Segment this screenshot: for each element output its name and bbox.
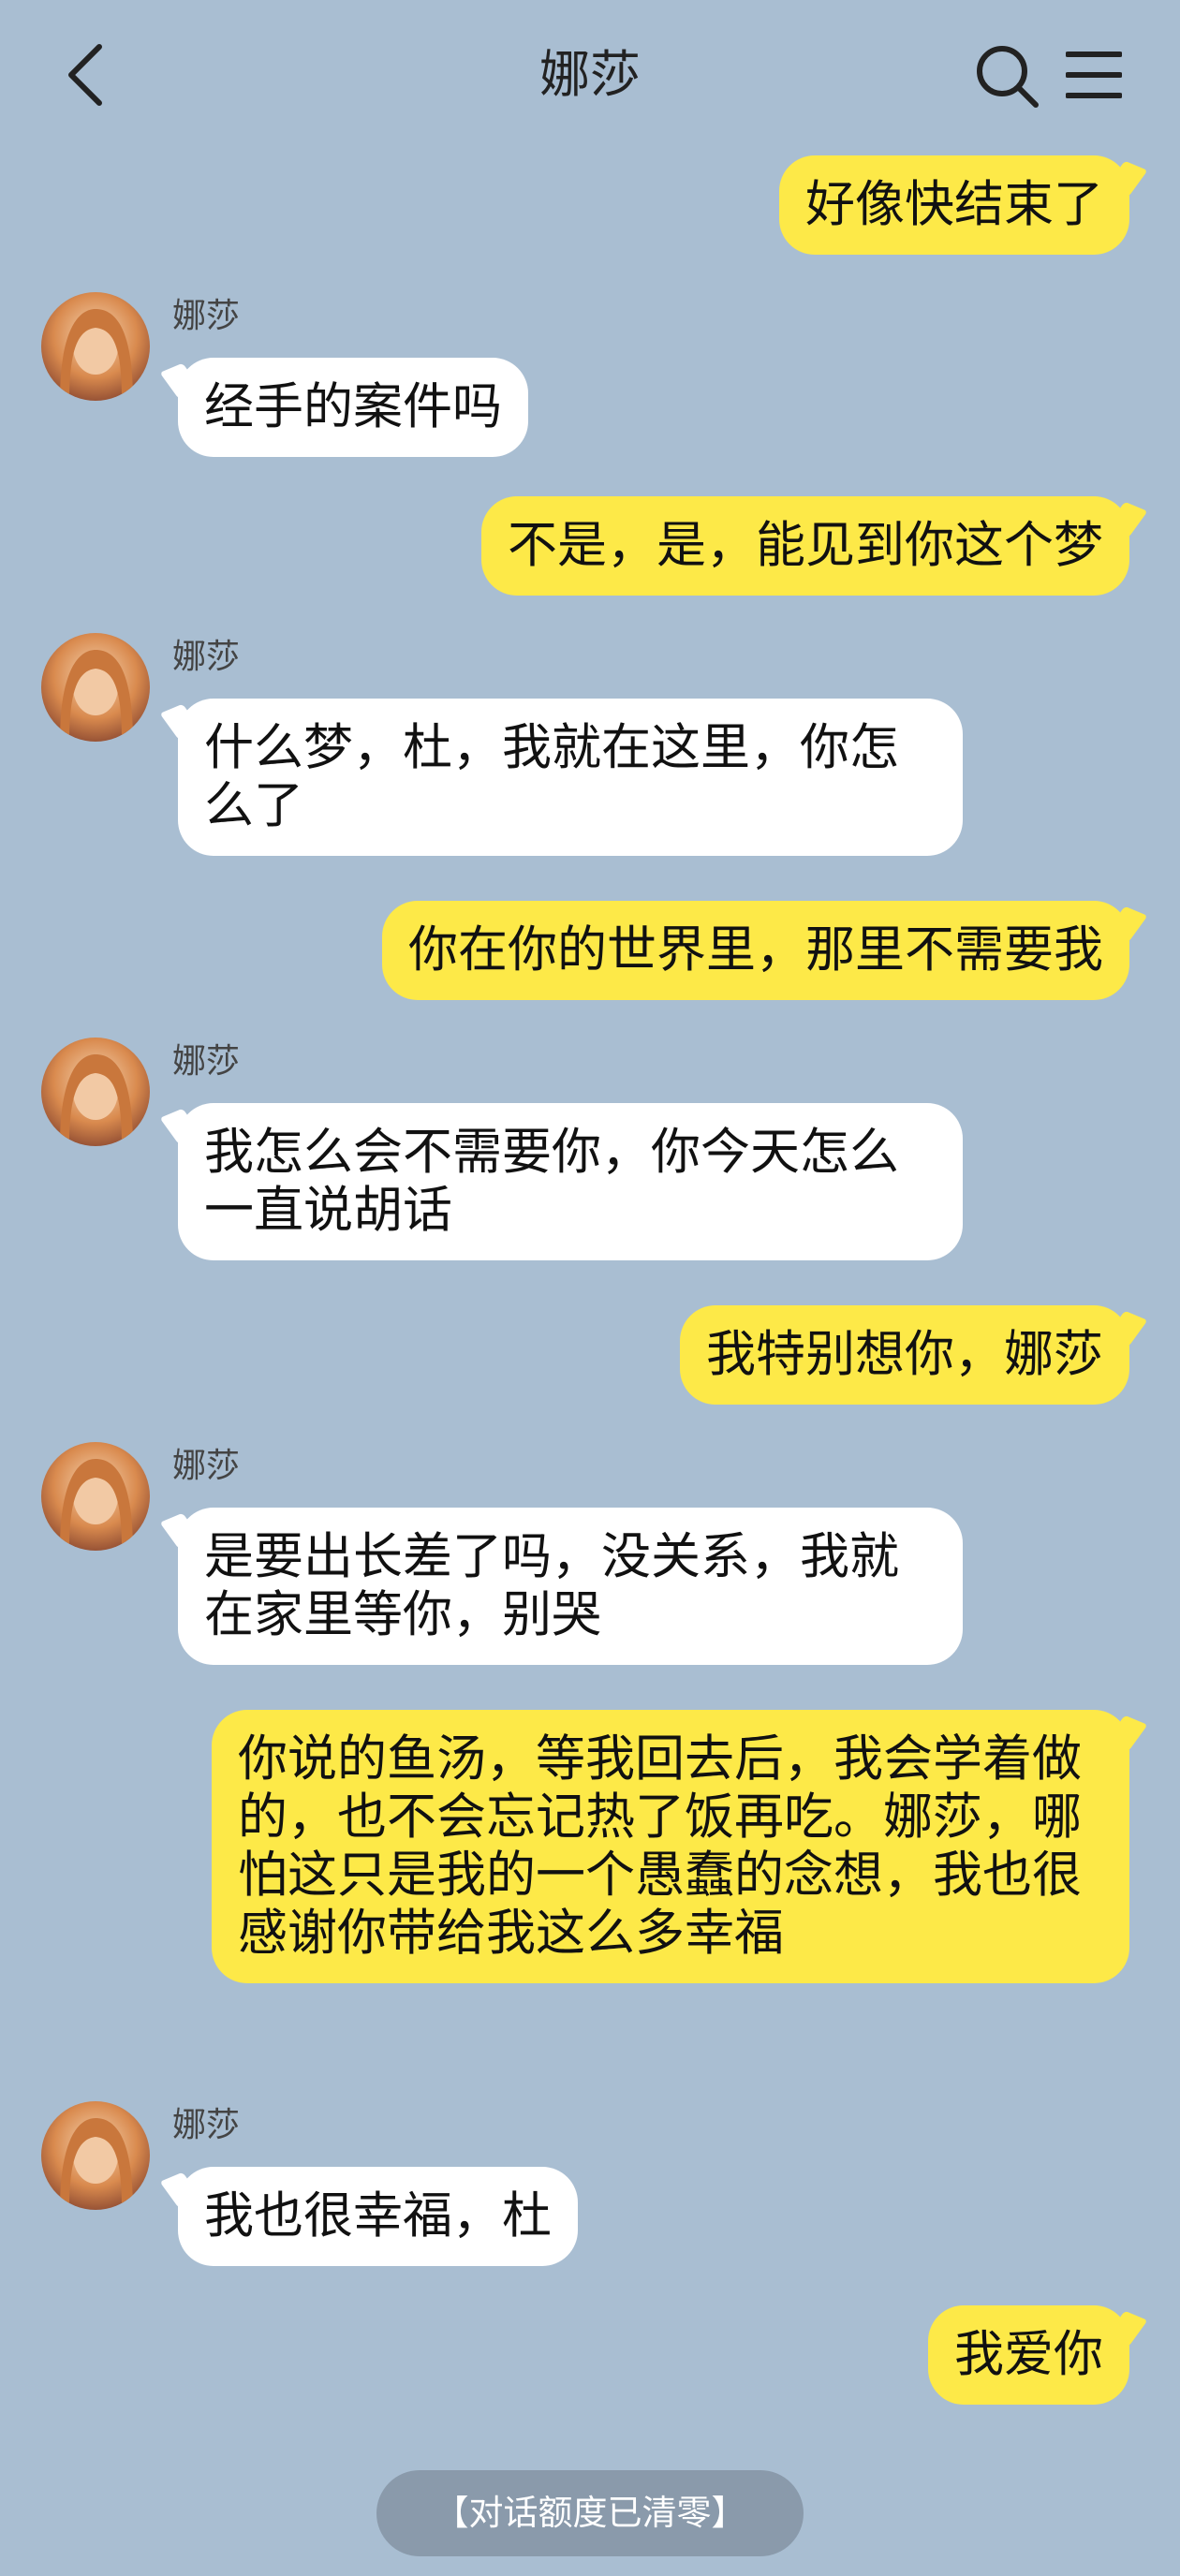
search-icon: [977, 46, 1039, 108]
my-message-bubble[interactable]: 好像快结束了: [779, 155, 1129, 255]
search-button[interactable]: [974, 43, 1040, 109]
their-message-bubble[interactable]: 经手的案件吗: [178, 358, 528, 457]
avatar[interactable]: [41, 633, 150, 742]
my-message-bubble[interactable]: 不是，是，能见到你这个梦: [481, 496, 1129, 596]
their-message-bubble[interactable]: 什么梦，杜，我就在这里，你怎么了: [178, 699, 963, 856]
message-text: 经手的案件吗: [204, 378, 502, 435]
my-message-bubble[interactable]: 我特别想你，娜莎: [680, 1305, 1129, 1405]
quota-exhausted-notice: 【对话额度已清零】: [376, 2470, 804, 2556]
top-bar: 娜莎: [0, 0, 1180, 150]
message-text: 我也很幸福，杜: [204, 2187, 552, 2245]
message-text: 我怎么会不需要你，你今天怎么一直说胡话: [204, 1124, 899, 1239]
message-text: 我爱你: [954, 2326, 1103, 2383]
my-message-bubble[interactable]: 你在你的世界里，那里不需要我: [382, 901, 1129, 1000]
sender-name: 娜莎: [172, 638, 241, 676]
avatar-portrait-icon: [41, 1038, 150, 1146]
message-text: 我特别想你，娜莎: [706, 1326, 1103, 1383]
avatar[interactable]: [41, 1038, 150, 1146]
my-message-bubble[interactable]: 我爱你: [928, 2305, 1129, 2405]
avatar-portrait-icon: [41, 1442, 150, 1551]
message-text: 好像快结束了: [805, 176, 1103, 233]
their-message-bubble[interactable]: 是要出长差了吗，没关系，我就在家里等你，别哭: [178, 1508, 963, 1665]
message-text: 什么梦，杜，我就在这里，你怎么了: [204, 719, 899, 834]
hamburger-menu-icon: [1065, 52, 1123, 98]
avatar-portrait-icon: [41, 292, 150, 401]
avatar[interactable]: [41, 292, 150, 401]
message-text: 你说的鱼汤，等我回去后，我会学着做的，也不会忘记热了饭再吃。娜莎，哪怕这只是我的…: [238, 1730, 1082, 1962]
sender-name: 娜莎: [172, 2106, 241, 2144]
avatar[interactable]: [41, 1442, 150, 1551]
sender-name: 娜莎: [172, 297, 241, 335]
menu-button[interactable]: [1065, 47, 1123, 103]
their-message-bubble[interactable]: 我怎么会不需要你，你今天怎么一直说胡话: [178, 1103, 963, 1260]
sender-name: 娜莎: [172, 1447, 241, 1485]
sender-name: 娜莎: [172, 1042, 241, 1081]
message-text: 你在你的世界里，那里不需要我: [408, 921, 1103, 979]
message-text: 不是，是，能见到你这个梦: [508, 517, 1103, 574]
avatar-portrait-icon: [41, 633, 150, 742]
message-text: 是要出长差了吗，没关系，我就在家里等你，别哭: [204, 1528, 899, 1643]
avatar[interactable]: [41, 2101, 150, 2210]
my-message-bubble[interactable]: 你说的鱼汤，等我回去后，我会学着做的，也不会忘记热了饭再吃。娜莎，哪怕这只是我的…: [212, 1710, 1129, 1983]
avatar-portrait-icon: [41, 2101, 150, 2210]
their-message-bubble[interactable]: 我也很幸福，杜: [178, 2167, 578, 2266]
